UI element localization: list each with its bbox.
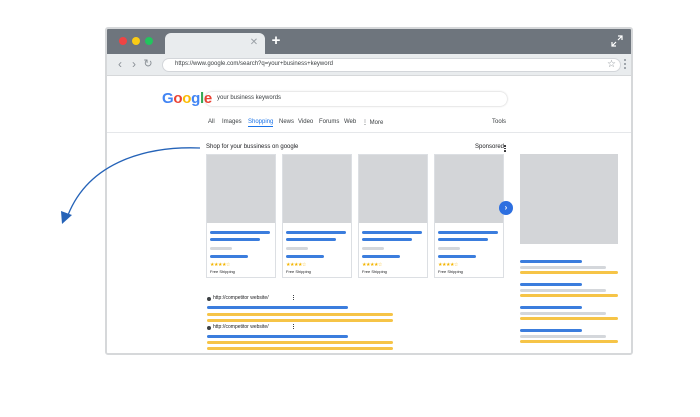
carousel-next-button[interactable]: › xyxy=(499,201,513,215)
product-store-line xyxy=(438,255,476,258)
close-tab-icon[interactable]: ✕ xyxy=(249,37,259,49)
product-title-line xyxy=(286,231,346,234)
tab-more[interactable]: ⋮ More xyxy=(362,119,383,126)
search-tabs: All Images Shopping News Video Forums We… xyxy=(208,119,518,131)
result-url[interactable]: http://competitor website/ xyxy=(213,324,269,330)
result-menu-icon[interactable] xyxy=(293,295,295,301)
logo-letter: G xyxy=(162,90,174,107)
tab-images[interactable]: Images xyxy=(222,119,242,125)
browser-menu-icon[interactable] xyxy=(623,58,627,72)
favicon-icon xyxy=(207,297,211,301)
result-snippet-line xyxy=(207,341,393,344)
reload-icon[interactable]: ↻ xyxy=(142,58,154,71)
divider xyxy=(107,132,631,133)
side-panel-line xyxy=(520,312,606,315)
logo-letter: o xyxy=(182,90,192,107)
illustration: ✕ + ‹ › ↻ https://www.google.com/search?… xyxy=(0,0,700,417)
tab-forums[interactable]: Forums xyxy=(319,119,339,125)
product-image xyxy=(359,155,427,223)
side-panel-image xyxy=(520,154,618,244)
tab-all[interactable]: All xyxy=(208,119,215,125)
product-image xyxy=(435,155,503,223)
url-text: https://www.google.com/search?q=your+bus… xyxy=(175,61,333,67)
back-icon[interactable]: ‹ xyxy=(114,58,126,71)
side-panel-line xyxy=(520,283,582,286)
side-panel-line xyxy=(520,260,582,263)
search-query: your business keywords xyxy=(217,95,282,101)
tools-link[interactable]: Tools xyxy=(492,119,506,125)
result-snippet-line xyxy=(207,347,393,350)
result-snippet-line xyxy=(207,313,393,316)
product-card[interactable]: ★★★★☆ Free Shipping xyxy=(282,154,352,278)
search-result[interactable]: http://competitor website/ xyxy=(207,295,407,327)
sponsored-menu-icon[interactable] xyxy=(504,145,506,152)
product-store-line xyxy=(286,255,324,258)
product-card[interactable]: ★★★★☆ Free Shipping xyxy=(206,154,276,278)
browser-tab[interactable]: ✕ xyxy=(165,33,265,54)
logo-letter: g xyxy=(191,90,200,107)
side-panel-line xyxy=(520,306,582,309)
close-window-button[interactable] xyxy=(119,37,127,45)
side-panel-line xyxy=(520,317,618,320)
free-shipping-label: Free Shipping xyxy=(438,269,463,274)
product-price-line xyxy=(362,247,384,250)
shopping-section-title: Shop for your bussiness on google xyxy=(206,144,299,150)
new-tab-icon[interactable]: + xyxy=(269,33,283,48)
address-bar[interactable]: https://www.google.com/search?q=your+bus… xyxy=(162,58,621,72)
side-panel-line xyxy=(520,289,606,292)
sponsored-label: Sponsored xyxy=(475,144,505,150)
star-rating: ★★★★☆ xyxy=(286,262,306,268)
tab-shopping[interactable]: Shopping xyxy=(248,119,274,127)
product-title-line xyxy=(438,238,488,241)
side-panel-line xyxy=(520,340,618,343)
tab-bar: ✕ + xyxy=(107,29,631,54)
result-menu-icon[interactable] xyxy=(293,324,295,330)
side-panel-line xyxy=(520,335,606,338)
logo-letter: o xyxy=(173,90,183,107)
product-title-line xyxy=(362,238,412,241)
product-card[interactable]: ★★★★☆ Free Shipping xyxy=(358,154,428,278)
free-shipping-label: Free Shipping xyxy=(210,269,235,274)
product-title-line xyxy=(438,231,498,234)
tab-news[interactable]: News xyxy=(279,119,294,125)
side-panel-line xyxy=(520,266,606,269)
result-url[interactable]: http://competitor website/ xyxy=(213,295,269,301)
product-title-line xyxy=(210,231,270,234)
forward-icon[interactable]: › xyxy=(128,58,140,71)
result-title-line[interactable] xyxy=(207,335,348,338)
search-input[interactable]: your business keywords xyxy=(205,92,507,106)
free-shipping-label: Free Shipping xyxy=(362,269,387,274)
favicon-icon xyxy=(207,326,211,330)
result-title-line[interactable] xyxy=(207,306,348,309)
product-price-line xyxy=(210,247,232,250)
result-snippet-line xyxy=(207,319,393,322)
star-rating: ★★★★☆ xyxy=(362,262,382,268)
product-store-line xyxy=(362,255,400,258)
expand-icon[interactable] xyxy=(611,35,623,47)
browser-toolbar: ‹ › ↻ https://www.google.com/search?q=yo… xyxy=(107,54,631,76)
tab-web[interactable]: Web xyxy=(344,119,356,125)
star-rating: ★★★★☆ xyxy=(210,262,230,268)
free-shipping-label: Free Shipping xyxy=(286,269,311,274)
google-results-page: Google your business keywords All Images… xyxy=(107,77,631,353)
product-image xyxy=(207,155,275,223)
tab-video[interactable]: Video xyxy=(298,119,313,125)
product-card[interactable]: ★★★★☆ Free Shipping xyxy=(434,154,504,278)
bookmark-star-icon[interactable]: ☆ xyxy=(607,59,616,71)
side-panel-line xyxy=(520,294,618,297)
side-panel-line xyxy=(520,271,618,274)
star-rating: ★★★★☆ xyxy=(438,262,458,268)
browser-window: ✕ + ‹ › ↻ https://www.google.com/search?… xyxy=(105,27,633,355)
product-title-line xyxy=(362,231,422,234)
product-title-line xyxy=(286,238,336,241)
product-store-line xyxy=(210,255,248,258)
product-price-line xyxy=(438,247,460,250)
maximize-window-button[interactable] xyxy=(145,37,153,45)
minimize-window-button[interactable] xyxy=(132,37,140,45)
side-panel-line xyxy=(520,329,582,332)
product-price-line xyxy=(286,247,308,250)
product-title-line xyxy=(210,238,260,241)
product-image xyxy=(283,155,351,223)
